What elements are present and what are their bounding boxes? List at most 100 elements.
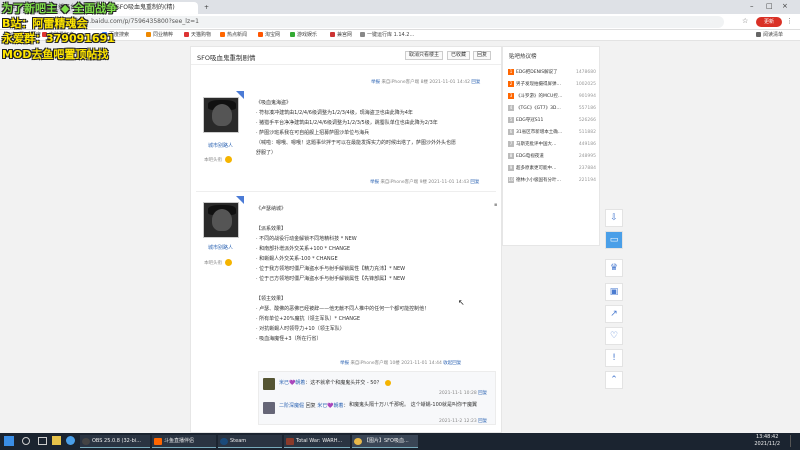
post-reply-link[interactable]: 回复 [471,80,480,85]
task-view-icon[interactable] [38,437,47,445]
hot-topic-item[interactable]: 3 《斗罗游》的MCU控… 901994 [508,92,596,102]
hot-topic-title: EDG电视夜道 [516,154,544,159]
post-line: · 不同的战役行动金解锁不同地精科技 * NEW [256,236,357,242]
browser-icon[interactable] [66,436,75,445]
avatar[interactable] [203,97,239,133]
post-time: 2021-11-01 14:44 [401,361,442,366]
minimize-icon[interactable]: – [750,2,754,10]
hot-topic-item[interactable]: 10 德林小小极国有分叶… 221194 [508,176,596,186]
download-icon[interactable]: ⇩ [605,209,623,227]
bookmark-tmall[interactable]: 天猫购物 [184,31,211,40]
hot-topic-count: 1002025 [575,82,596,87]
taskbar-chrome[interactable]: 【图片】SFO吸血... [352,435,418,448]
file-explorer-icon[interactable] [52,436,61,445]
report-link[interactable]: 举报 [340,361,349,366]
hot-topic-title: 《斗罗游》的MCU控… [516,94,563,99]
share-icon[interactable]: ↗ [605,305,623,323]
reply-avatar[interactable] [263,402,275,414]
bookmark-jiangong[interactable]: 兼宫网 [330,31,352,40]
bookmark-runtime[interactable]: 一键运行库 1.14.2... [360,31,414,40]
gift-icon[interactable]: ♛ [605,259,623,277]
hot-topic-item[interactable]: 2 男子发现拍摄得屏弹… 1002025 [508,80,596,90]
post-time: 2021-11-01 14:42 [429,80,470,85]
favorited-button[interactable]: 已收藏 [447,51,471,60]
username[interactable]: 城市别路人 [208,142,233,149]
reply-link[interactable]: 回复 [478,391,487,396]
hot-topic-item[interactable]: 4 《TGC》《GT7》3D… 557186 [508,104,596,114]
heart-icon[interactable]: ♡ [605,327,623,345]
post-reply-link[interactable]: 回复 [470,180,479,185]
post-line: 《吸血鬼海盗》 [256,100,292,106]
hot-topic-item[interactable]: 9 超多原素更可能中… 237884 [508,164,596,174]
cancel-lz-only-button[interactable]: 取消只看楼主 [405,51,444,60]
report-link[interactable]: 举报 [371,80,380,85]
username[interactable]: 城市别路人 [208,244,233,251]
reply-avatar[interactable] [263,378,275,390]
url-input[interactable]: tieba.baidu.com/p/7596435800?see_lz=1 [64,16,724,28]
hot-topic-item[interactable]: 1 EDG把DENIS解说了 1478680 [508,68,596,78]
bookmark-industry[interactable]: 同业精粹 [146,31,173,40]
taskbar-obs[interactable]: OBS 25.0.8 (32-bi... [80,435,150,448]
hot-topic-title: 超多原素更可能中… [516,166,557,171]
bookmark-games[interactable]: 游戏娱乐 [290,31,317,40]
post-meta: 举报 来自iPhone客户端 10楼 2021-11-01 14:44 收起回复 [340,360,461,366]
display-icon[interactable]: ▣ [605,283,623,301]
up-arrow-icon[interactable]: ⌃ [605,371,623,389]
thread-title: SFO吸血鬼重制剧情 [197,54,256,62]
bookmarks-bar: 应用 百度 电脑爱好者 百度搜索 同业精粹 天猫购物 热点新闻 淘宝网 游戏娱乐… [0,30,800,41]
reading-list[interactable]: 阅读清单 [756,31,783,40]
chat-icon[interactable]: ▭ [605,231,623,249]
hot-topic-count: 511882 [578,130,596,135]
reply-button[interactable]: 回复 [473,51,492,60]
hot-topic-title: 男子发现拍摄得屏弹… [516,82,561,87]
hot-topic-item[interactable]: 5 EDG夺冠S11 526266 [508,116,596,126]
reply-user[interactable]: 二阶深魔倔 [279,403,304,409]
close-icon[interactable]: × [782,2,788,10]
search-icon[interactable] [22,437,30,445]
post-time: 2021-11-01 14:43 [428,180,469,185]
new-tab-button[interactable]: + [200,2,212,14]
hot-topic-item[interactable]: 8 EDG电视夜道 248995 [508,152,596,162]
floor-label: 10楼 [389,361,400,366]
taskbar-steam[interactable]: Steam [218,435,282,448]
taskbar-douyu[interactable]: 斗鱼直播伴侣 [152,435,216,448]
hot-topic-item[interactable]: 6 31省区市新增本土确… 511882 [508,128,596,138]
collapse-icon[interactable]: ▪ [494,202,497,208]
system-clock[interactable]: 13:48:42 2021/11/2 [754,434,780,448]
bookmark-taobao[interactable]: 淘宝网 [258,31,280,40]
bookmark-news[interactable]: 热点新闻 [220,31,247,40]
rank-badge: 10 [508,176,514,183]
rank-badge: 9 [508,164,514,171]
floor-label: 9楼 [419,180,427,185]
collapse-replies-link[interactable]: 收起回复 [443,361,461,366]
reply-text: 这不就拿个和魔鬼头并交 - 50？ [310,380,382,386]
reply-meta: 2021-11-2 12:23 回复 [439,418,487,424]
hot-topic-count: 526266 [578,118,596,123]
hot-topic-item[interactable]: 7 马斯克批评中国大… 449186 [508,140,596,150]
show-desktop-button[interactable] [790,435,796,447]
flag-icon[interactable]: ! [605,349,623,367]
update-button[interactable]: 更新 [756,17,782,27]
reply-target-user[interactable]: 米已💜朝着 [317,403,343,409]
bookmark-icon [360,32,365,37]
avatar[interactable] [203,202,239,238]
taskbar-total-war[interactable]: Total War: WARH... [284,435,350,448]
hot-topic-count: 1478680 [575,70,596,75]
browser-tabbar: 斗鱼 - 每个人的直播平台 【图片】SFO吸血鬼重制的(精) + – □ × [0,0,800,14]
star-icon[interactable]: ☆ [742,17,748,25]
menu-icon[interactable]: ⋮ [786,17,793,25]
avatar-face [212,209,232,231]
hot-topic-count: 901994 [578,94,596,99]
reply-text: 和魔鬼头隔十万八千那呢。 这个蜥蜴-100就是叫你干魔翼 [349,402,477,408]
hot-topics-list: 1 EDG把DENIS解说了 1478680 2 男子发现拍摄得屏弹… 1002025 3 《… [502,46,600,246]
hot-topic-count: 248995 [578,154,596,159]
report-link[interactable]: 举报 [370,180,379,185]
post-line: · 位于己方领地时僵尸海盗水手与射手解锁属性【先锋部属】* NEW [256,276,406,282]
windows-start-icon[interactable] [4,436,14,446]
hot-topic-title: EDG夺冠S11 [516,118,544,123]
maximize-icon[interactable]: □ [766,2,773,10]
reply-link[interactable]: 回复 [478,419,487,424]
reply-user[interactable]: 米已💜朝着 [279,380,305,386]
emoji-icon [384,379,391,386]
hot-topic-title: 马斯克批评中国大… [516,142,557,147]
